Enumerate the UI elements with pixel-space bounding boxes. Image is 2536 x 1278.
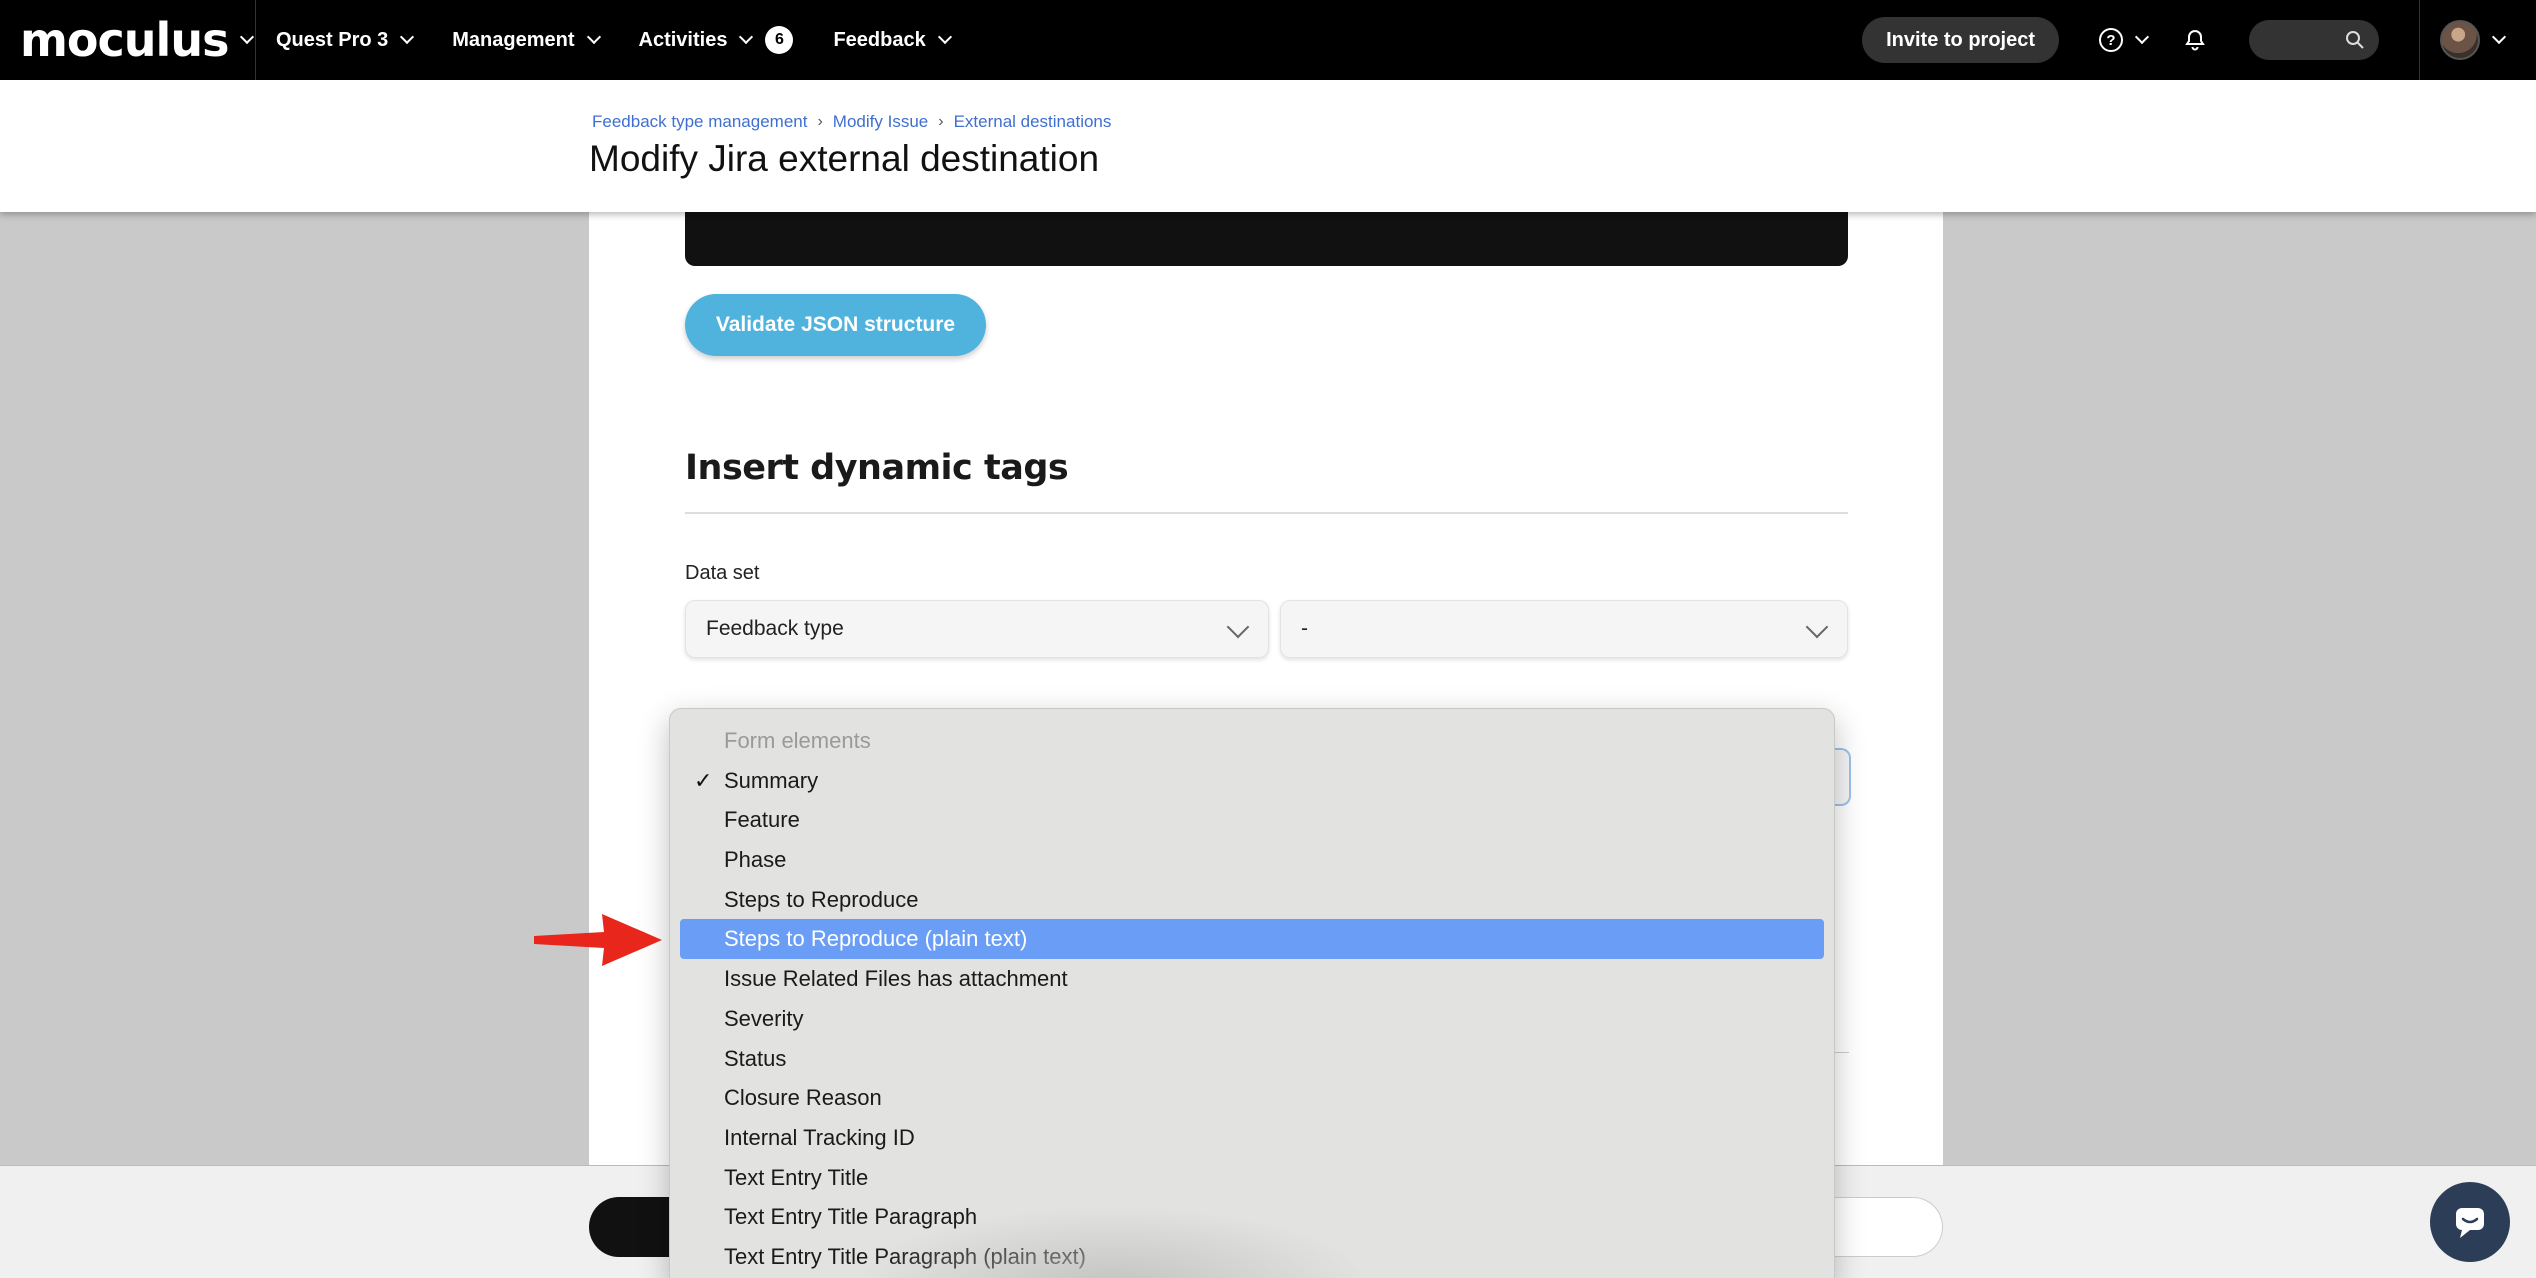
dropdown-option-label: Steps to Reproduce bbox=[724, 886, 919, 912]
breadcrumb-link[interactable]: External destinations bbox=[954, 112, 1112, 132]
top-nav: moculus Quest Pro 3 Management Activitie… bbox=[0, 0, 2536, 80]
dropdown-option-label: Severity bbox=[724, 1005, 804, 1031]
nav-activities[interactable]: Activities 6 bbox=[619, 0, 814, 80]
chat-button[interactable] bbox=[2430, 1182, 2510, 1262]
nav-management-label: Management bbox=[452, 28, 575, 51]
red-arrow-icon bbox=[534, 914, 662, 966]
user-menu[interactable] bbox=[2419, 0, 2536, 80]
activities-count-badge: 6 bbox=[765, 26, 794, 54]
chevron-down-icon bbox=[739, 29, 754, 45]
chevron-down-icon bbox=[937, 29, 952, 45]
validate-json-button[interactable]: Validate JSON structure bbox=[685, 294, 986, 356]
dropdown-option[interactable]: Text Entry Title bbox=[680, 1158, 1824, 1198]
dataset-label: Data set bbox=[685, 562, 760, 584]
dropdown-list: Form elements ✓ Summary Feature Phase Ste… bbox=[670, 709, 1834, 1277]
avatar bbox=[2440, 20, 2480, 60]
dropdown-option[interactable]: Phase bbox=[680, 840, 1824, 880]
help-icon: ? bbox=[2099, 28, 2123, 52]
dropdown-option[interactable]: Text Entry Title Paragraph (plain text) bbox=[680, 1237, 1824, 1277]
dropdown-option-label: Text Entry Title Paragraph bbox=[724, 1204, 978, 1230]
secondary-select-value: - bbox=[1301, 617, 1308, 640]
dataset-select[interactable]: Feedback type bbox=[685, 600, 1269, 658]
chevron-down-icon bbox=[400, 29, 415, 45]
dropdown-option[interactable]: Feature bbox=[680, 800, 1824, 840]
chevron-right-icon: › bbox=[817, 113, 823, 130]
chevron-down-icon bbox=[586, 29, 601, 45]
chevron-down-icon bbox=[2491, 29, 2507, 45]
dropdown-option[interactable]: Status bbox=[680, 1039, 1824, 1079]
nav-activities-label: Activities bbox=[638, 28, 728, 51]
dropdown-option-label: Closure Reason bbox=[724, 1085, 882, 1111]
json-editor[interactable] bbox=[685, 212, 1848, 266]
dropdown-option[interactable]: Internal Tracking ID bbox=[680, 1118, 1824, 1158]
chevron-down-icon bbox=[1226, 615, 1250, 639]
dropdown-option-label: Text Entry Title Paragraph (plain text) bbox=[724, 1243, 1086, 1269]
dropdown-option[interactable]: Closure Reason bbox=[680, 1078, 1824, 1118]
dropdown-option-label: Steps to Reproduce (plain text) bbox=[724, 926, 1028, 952]
chevron-down-icon bbox=[240, 29, 255, 45]
nav-right: Invite to project ? bbox=[1862, 0, 2536, 80]
dropdown-option[interactable]: Severity bbox=[680, 999, 1824, 1039]
breadcrumb-link[interactable]: Modify Issue bbox=[833, 112, 928, 132]
dropdown-option-label: Text Entry Title bbox=[724, 1164, 869, 1190]
dropdown-option[interactable]: ✓ Summary bbox=[680, 761, 1824, 801]
bell-icon[interactable] bbox=[2183, 28, 2207, 52]
search-icon bbox=[2346, 31, 2364, 49]
secondary-select[interactable]: - bbox=[1280, 600, 1848, 658]
chat-icon bbox=[2456, 1208, 2484, 1238]
search-input[interactable] bbox=[2249, 20, 2379, 60]
dropdown-option-label: Issue Related Files has attachment bbox=[724, 966, 1068, 992]
dropdown-option-label: Summary bbox=[724, 767, 819, 793]
dropdown-option-label: Feature bbox=[724, 807, 800, 833]
page-title: Modify Jira external destination bbox=[589, 138, 1100, 179]
invite-button[interactable]: Invite to project bbox=[1862, 17, 2059, 63]
nav-feedback-label: Feedback bbox=[833, 28, 926, 51]
section-title: Insert dynamic tags bbox=[685, 448, 1069, 488]
dropdown-option-label: Phase bbox=[724, 847, 787, 873]
dropdown-group-label: Form elements bbox=[724, 728, 871, 753]
form-elements-dropdown[interactable]: Form elements ✓ Summary Feature Phase Ste… bbox=[669, 708, 1835, 1278]
chevron-down-icon bbox=[2134, 29, 2150, 45]
nav-feedback[interactable]: Feedback bbox=[813, 0, 969, 80]
dropdown-option-label: Status bbox=[724, 1045, 787, 1071]
breadcrumb-link[interactable]: Feedback type management bbox=[592, 112, 807, 132]
dataset-select-value: Feedback type bbox=[706, 617, 844, 640]
nav-project[interactable]: Quest Pro 3 bbox=[256, 0, 432, 80]
nav-project-label: Quest Pro 3 bbox=[276, 28, 389, 51]
logo: moculus bbox=[20, 13, 229, 67]
nav-management[interactable]: Management bbox=[432, 0, 618, 80]
dropdown-option-highlighted[interactable]: Steps to Reproduce (plain text) bbox=[680, 919, 1824, 960]
logo-menu[interactable]: moculus bbox=[0, 0, 256, 80]
dropdown-option[interactable]: Issue Related Files has attachment bbox=[680, 959, 1824, 999]
dropdown-option[interactable]: Steps to Reproduce bbox=[680, 880, 1824, 920]
page-header: Feedback type management › Modify Issue … bbox=[0, 80, 2536, 212]
checkmark-icon: ✓ bbox=[694, 767, 713, 793]
chevron-down-icon bbox=[1805, 615, 1829, 639]
dropdown-option[interactable]: Text Entry Title Paragraph bbox=[680, 1197, 1824, 1237]
dropdown-option-label: Internal Tracking ID bbox=[724, 1124, 915, 1150]
divider bbox=[685, 512, 1848, 514]
chevron-right-icon: › bbox=[938, 113, 944, 130]
breadcrumb: Feedback type management › Modify Issue … bbox=[592, 112, 1111, 132]
help-menu[interactable]: ? bbox=[2099, 28, 2150, 52]
